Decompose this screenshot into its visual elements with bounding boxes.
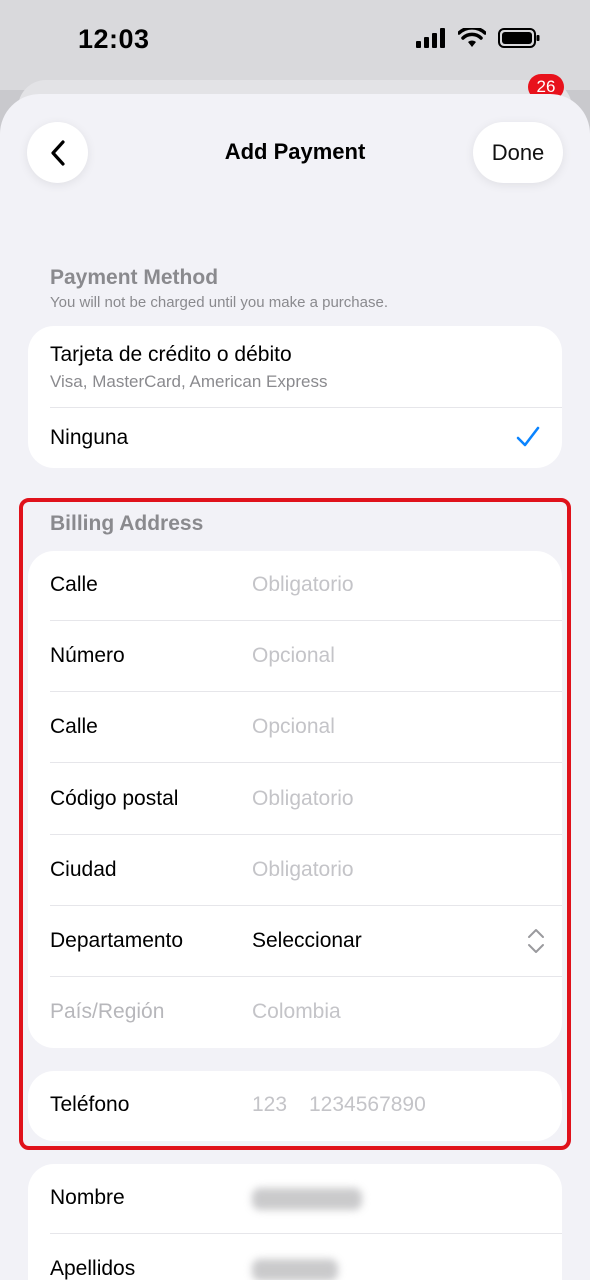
payment-option-detail: Visa, MasterCard, American Express xyxy=(50,372,328,391)
row-divider xyxy=(50,1233,562,1234)
payment-option-none[interactable]: Ninguna xyxy=(50,408,562,468)
add-payment-sheet: Add Payment Done Payment Method You will… xyxy=(0,94,590,1280)
done-button[interactable]: Done xyxy=(473,122,563,183)
billing-address-highlight xyxy=(19,498,571,1150)
checkmark-icon xyxy=(516,426,540,447)
battery-icon xyxy=(498,28,540,48)
payment-option-label: Tarjeta de crédito o débito xyxy=(50,343,292,366)
status-icons xyxy=(416,28,540,48)
first-name-value-redacted[interactable] xyxy=(252,1188,362,1210)
last-name-value-redacted[interactable] xyxy=(252,1259,338,1280)
payment-method-subtitle: You will not be charged until you make a… xyxy=(50,294,388,311)
payment-method-card: Tarjeta de crédito o débito Visa, Master… xyxy=(28,326,562,468)
payment-method-title: Payment Method xyxy=(50,266,219,289)
first-name-label: Nombre xyxy=(50,1186,125,1209)
status-bar: 12:03 xyxy=(0,0,590,90)
wifi-icon xyxy=(458,28,486,47)
name-row-last[interactable]: Apellidos xyxy=(50,1235,562,1280)
cellular-signal-icon xyxy=(416,28,445,48)
status-time: 12:03 xyxy=(78,24,150,54)
name-card: Nombre Apellidos xyxy=(28,1164,562,1280)
payment-option-label: Ninguna xyxy=(50,426,129,449)
last-name-label: Apellidos xyxy=(50,1257,136,1280)
payment-option-card[interactable]: Tarjeta de crédito o débito Visa, Master… xyxy=(50,326,562,408)
name-row-first[interactable]: Nombre xyxy=(50,1164,562,1234)
